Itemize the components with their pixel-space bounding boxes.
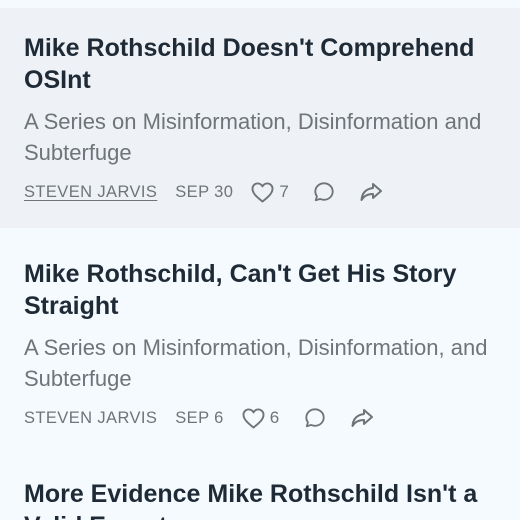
- post-meta: STEVEN JARVIS SEP 6 6: [24, 404, 496, 432]
- post-card[interactable]: Mike Rothschild, Can't Get His Story Str…: [0, 228, 520, 448]
- heart-icon: [242, 407, 265, 429]
- comment-button[interactable]: [304, 407, 326, 429]
- post-title[interactable]: Mike Rothschild Doesn't Comprehend OSInt: [24, 32, 496, 96]
- like-count: 7: [279, 182, 290, 201]
- like-button[interactable]: 6: [242, 407, 280, 429]
- like-button[interactable]: 7: [251, 181, 290, 203]
- share-icon: [360, 183, 383, 201]
- share-icon: [351, 409, 373, 427]
- post-card[interactable]: More Evidence Mike Rothschild Isn't a Va…: [0, 448, 520, 520]
- post-subtitle: A Series on Misinformation, Disinformati…: [24, 335, 488, 391]
- top-spacer: [0, 0, 520, 8]
- share-button[interactable]: [350, 407, 374, 429]
- share-button[interactable]: [359, 181, 383, 203]
- post-date: SEP 6: [175, 408, 224, 427]
- post-date: SEP 30: [175, 182, 234, 201]
- author-link[interactable]: STEVEN JARVIS: [24, 183, 157, 202]
- post-feed: Mike Rothschild Doesn't Comprehend OSInt…: [0, 0, 520, 520]
- like-count: 6: [269, 408, 280, 427]
- post-title[interactable]: More Evidence Mike Rothschild Isn't a Va…: [24, 478, 496, 520]
- author-link[interactable]: STEVEN JARVIS: [24, 409, 157, 428]
- post-meta: STEVEN JARVIS SEP 30 7: [24, 178, 496, 206]
- comment-icon: [314, 182, 334, 202]
- post-subtitle: A Series on Misinformation, Disinformati…: [24, 109, 482, 165]
- post-title[interactable]: Mike Rothschild, Can't Get His Story Str…: [24, 258, 496, 322]
- comment-button[interactable]: [313, 181, 335, 203]
- heart-icon: [251, 181, 274, 203]
- comment-icon: [305, 408, 325, 428]
- post-card[interactable]: Mike Rothschild Doesn't Comprehend OSInt…: [0, 8, 520, 228]
